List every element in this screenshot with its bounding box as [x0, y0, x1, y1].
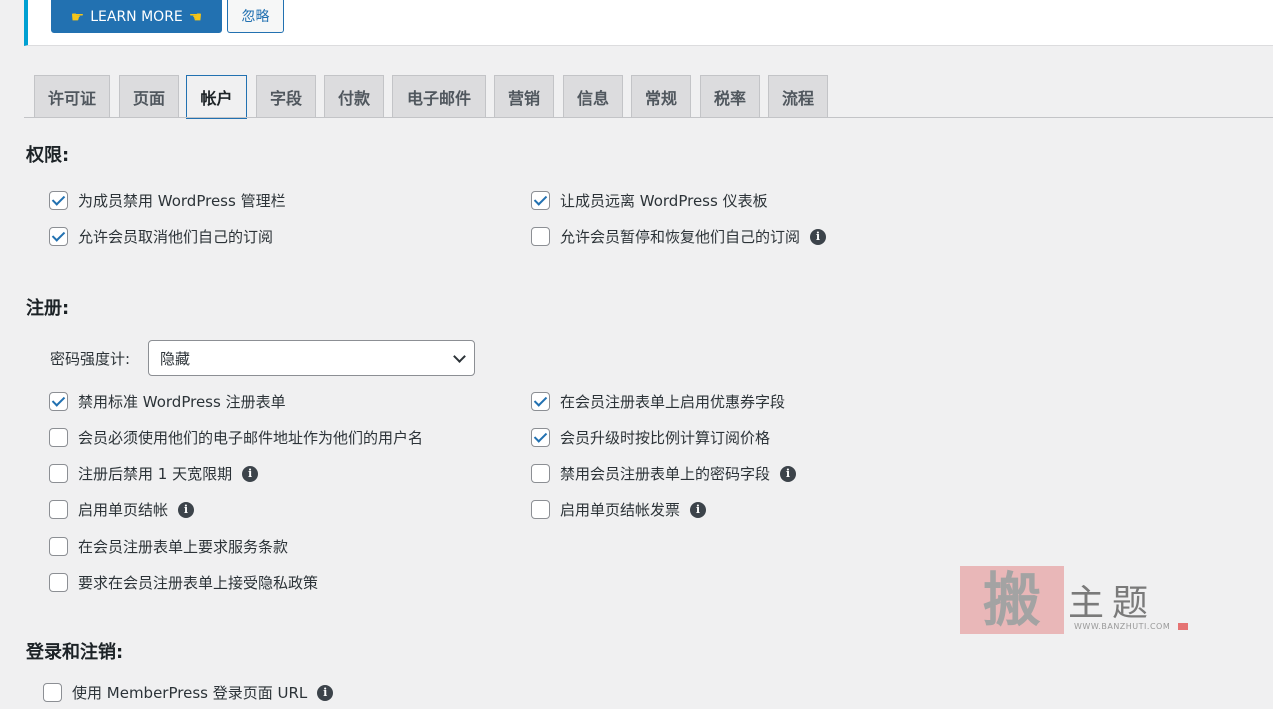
checkbox[interactable] — [49, 500, 68, 519]
ignore-button[interactable]: 忽略 — [227, 0, 284, 33]
option-label: 在会员注册表单上启用优惠券字段 — [560, 393, 786, 411]
watermark-glyph: 搬 — [960, 566, 1064, 634]
tab-account[interactable]: 帐户 — [186, 75, 247, 119]
option-prorate-upgrades[interactable]: 会员升级时按比例计算订阅价格 — [531, 427, 770, 448]
section-title-permissions: 权限: — [26, 145, 70, 166]
checkbox[interactable] — [49, 428, 68, 447]
checkbox[interactable] — [49, 537, 68, 556]
option-require-privacy-policy[interactable]: 要求在会员注册表单上接受隐私政策 — [49, 572, 318, 593]
learn-more-button[interactable]: ☛ LEARN MORE ☚ — [51, 0, 222, 33]
info-icon[interactable]: i — [178, 501, 195, 518]
option-keep-off-dashboard[interactable]: 让成员远离 WordPress 仪表板 — [531, 190, 768, 211]
password-meter-select[interactable]: 隐藏 — [148, 340, 475, 376]
watermark-logo: 搬 主题 WWW.BANZHUTI.COM — [960, 566, 1190, 636]
info-icon[interactable]: i — [810, 228, 827, 245]
learn-more-label: LEARN MORE — [90, 8, 183, 25]
option-disable-admin-bar[interactable]: 为成员禁用 WordPress 管理栏 — [49, 190, 286, 211]
checkbox[interactable] — [49, 573, 68, 592]
option-label: 允许会员取消他们自己的订阅 — [78, 228, 274, 246]
info-icon[interactable]: i — [242, 465, 259, 482]
tab-flow[interactable]: 流程 — [768, 75, 828, 118]
checkbox[interactable] — [531, 392, 550, 411]
option-label: 注册后禁用 1 天宽限期 — [78, 465, 233, 483]
chevron-down-icon — [453, 350, 466, 363]
option-enable-coupon-field[interactable]: 在会员注册表单上启用优惠券字段 — [531, 391, 785, 412]
option-label: 禁用标准 WordPress 注册表单 — [78, 393, 286, 411]
option-label: 在会员注册表单上要求服务条款 — [78, 538, 289, 556]
checkbox[interactable] — [43, 683, 62, 702]
tab-pages[interactable]: 页面 — [119, 75, 179, 118]
tab-taxes[interactable]: 税率 — [700, 75, 760, 118]
option-require-tos[interactable]: 在会员注册表单上要求服务条款 — [49, 536, 288, 557]
checkbox[interactable] — [531, 227, 550, 246]
watermark-text: 主题 — [1068, 583, 1157, 624]
option-use-memberpress-login-url[interactable]: 使用 MemberPress 登录页面 URL i — [43, 682, 334, 703]
info-icon[interactable]: i — [690, 501, 707, 518]
option-allow-cancel[interactable]: 允许会员取消他们自己的订阅 — [49, 226, 273, 247]
tab-general[interactable]: 常规 — [631, 75, 691, 118]
option-label: 启用单页结帐发票 — [560, 501, 681, 519]
tabs-divider — [24, 117, 1273, 118]
option-disable-wp-registration[interactable]: 禁用标准 WordPress 注册表单 — [49, 391, 286, 412]
option-allow-pause-resume[interactable]: 允许会员暂停和恢复他们自己的订阅 i — [531, 226, 827, 247]
tab-marketing[interactable]: 营销 — [494, 75, 554, 118]
checkbox[interactable] — [49, 191, 68, 210]
option-single-page-checkout[interactable]: 启用单页结帐 i — [49, 499, 195, 520]
pointing-hand-left-icon: ☛ — [70, 7, 85, 26]
pointing-hand-right-icon: ☚ — [188, 7, 203, 26]
option-label: 允许会员暂停和恢复他们自己的订阅 — [560, 228, 801, 246]
tab-payments[interactable]: 付款 — [324, 75, 384, 118]
checkbox[interactable] — [531, 191, 550, 210]
checkbox[interactable] — [49, 392, 68, 411]
option-label: 启用单页结帐 — [78, 501, 169, 519]
info-icon[interactable]: i — [317, 684, 334, 701]
option-label: 要求在会员注册表单上接受隐私政策 — [78, 574, 319, 592]
option-label: 让成员远离 WordPress 仪表板 — [560, 192, 768, 210]
select-value: 隐藏 — [160, 349, 191, 368]
section-title-registration: 注册: — [26, 298, 70, 319]
option-email-as-username[interactable]: 会员必须使用他们的电子邮件地址作为他们的用户名 — [49, 427, 423, 448]
section-title-login-logout: 登录和注销: — [26, 642, 124, 663]
tab-info[interactable]: 信息 — [563, 75, 623, 118]
tab-license[interactable]: 许可证 — [34, 75, 110, 118]
checkbox[interactable] — [531, 464, 550, 483]
watermark-dot — [1178, 623, 1188, 630]
option-label: 会员升级时按比例计算订阅价格 — [560, 429, 771, 447]
tab-emails[interactable]: 电子邮件 — [392, 75, 486, 118]
option-disable-grace-period[interactable]: 注册后禁用 1 天宽限期 i — [49, 463, 259, 484]
option-single-page-checkout-invoice[interactable]: 启用单页结帐发票 i — [531, 499, 707, 520]
option-label: 为成员禁用 WordPress 管理栏 — [78, 192, 286, 210]
watermark-url: WWW.BANZHUTI.COM — [1074, 622, 1171, 631]
tab-fields[interactable]: 字段 — [256, 75, 316, 118]
option-label: 禁用会员注册表单上的密码字段 — [560, 465, 771, 483]
option-disable-password-field[interactable]: 禁用会员注册表单上的密码字段 i — [531, 463, 797, 484]
checkbox[interactable] — [49, 227, 68, 246]
checkbox[interactable] — [531, 428, 550, 447]
checkbox[interactable] — [531, 500, 550, 519]
option-label: 会员必须使用他们的电子邮件地址作为他们的用户名 — [78, 429, 424, 447]
checkbox[interactable] — [49, 464, 68, 483]
password-meter-label: 密码强度计: — [50, 350, 131, 368]
option-label: 使用 MemberPress 登录页面 URL — [72, 684, 308, 702]
info-icon[interactable]: i — [780, 465, 797, 482]
admin-notice: ☛ LEARN MORE ☚ 忽略 — [24, 0, 1273, 46]
